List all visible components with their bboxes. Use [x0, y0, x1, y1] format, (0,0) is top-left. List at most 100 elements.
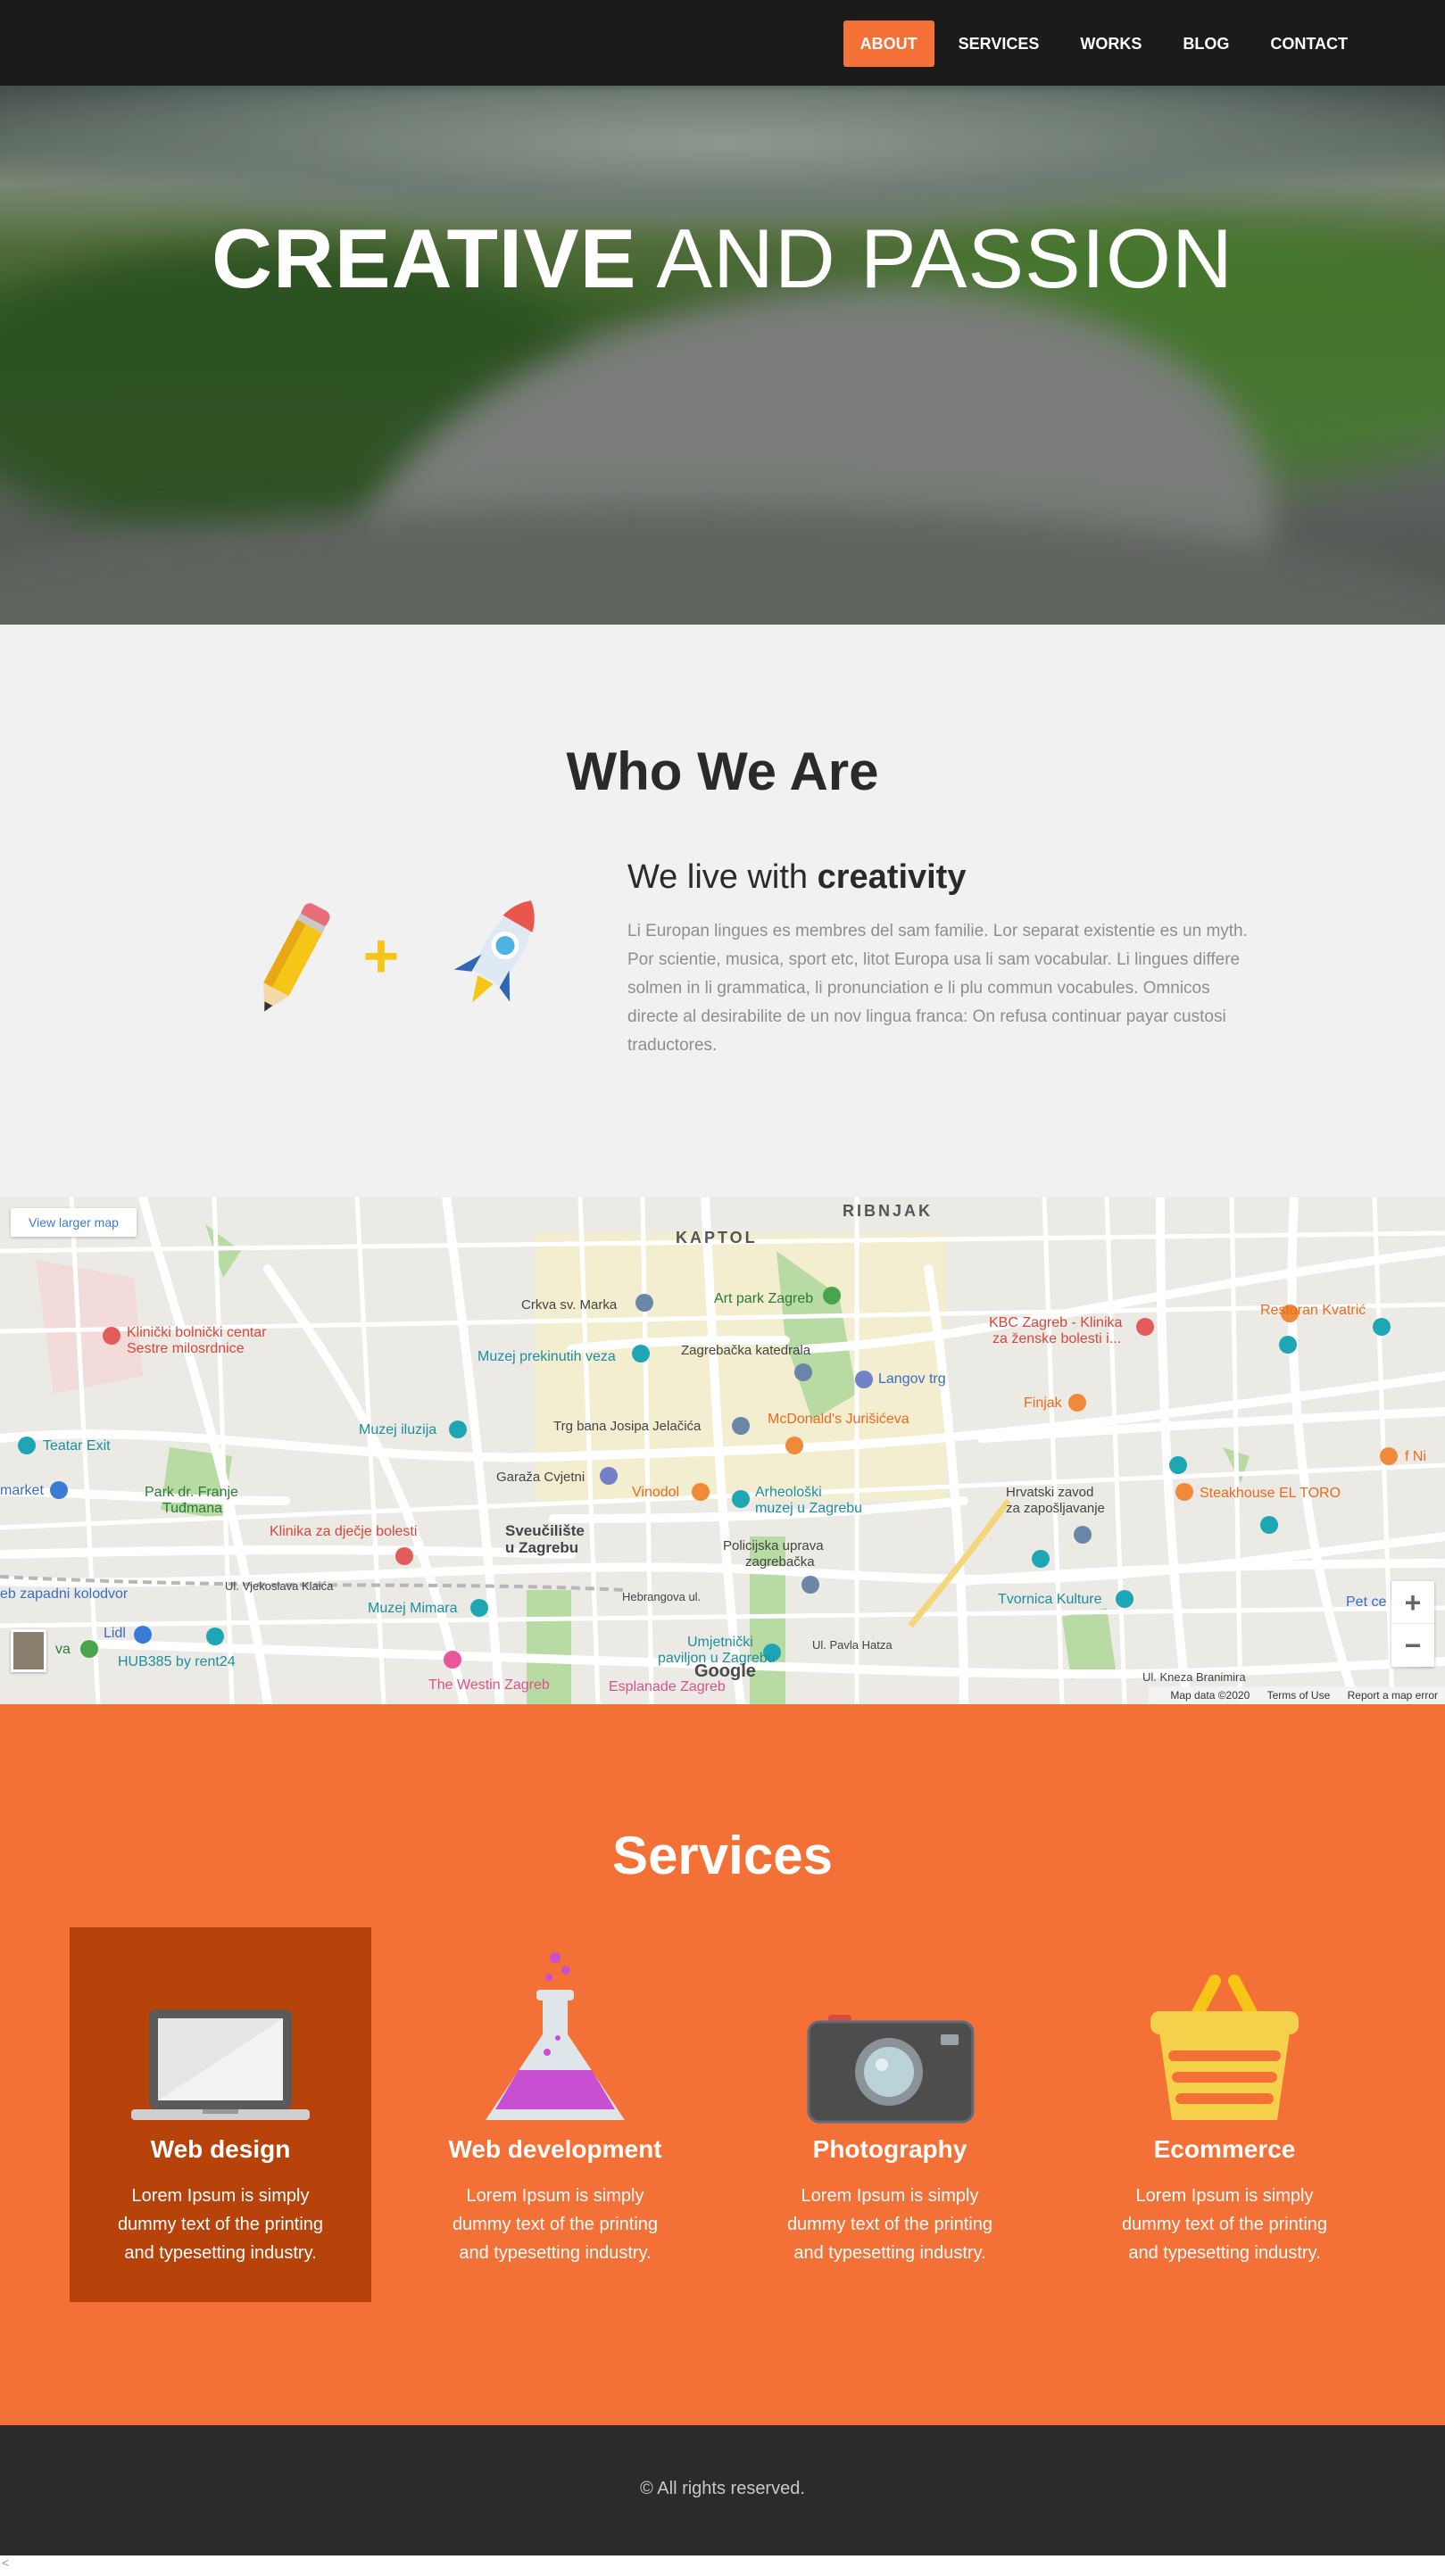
service-card-ecommerce[interactable]: Ecommerce Lorem Ipsum is simply dummy te…: [1074, 1927, 1375, 2302]
zoom-out-button[interactable]: −: [1391, 1624, 1434, 1667]
map-label-sveuciliste2: u Zagrebu: [505, 1539, 579, 1556]
page-tail-char: <: [0, 2555, 1445, 2576]
top-navbar: ABOUT SERVICES WORKS BLOG CONTACT: [0, 0, 1445, 86]
map-label-arheoloski: Arheološki: [755, 1485, 822, 1500]
hero-title-bold: CREATIVE: [212, 211, 637, 305]
who-heading: Who We Are: [566, 741, 879, 801]
map-label-steakhouse: Steakhouse EL TORO: [1200, 1486, 1341, 1501]
footer: © All rights reserved.: [0, 2425, 1445, 2555]
map-label-ribnjak: RIBNJAK: [843, 1202, 934, 1220]
map-label-lidl: Lidl: [104, 1626, 126, 1641]
map-label-vinodol: Vinodol: [632, 1485, 680, 1500]
map-label-hrvatski: Hrvatski zavod: [1006, 1485, 1094, 1500]
service-text: Lorem Ipsum is simply dummy text of the …: [452, 2186, 659, 2263]
google-map[interactable]: View larger map KAPTOL RIBNJAK Klinički …: [0, 1197, 1445, 1704]
view-larger-map-link[interactable]: View larger map: [11, 1208, 137, 1237]
map-label-tvornica: Tvornica Kulture: [998, 1592, 1102, 1607]
map-label-klinicki: Klinički bolnički centar: [127, 1325, 267, 1340]
hero-banner: CREATIVE AND PASSION: [0, 86, 1445, 625]
map-label-langov: Langov trg: [878, 1371, 946, 1387]
hero-title: CREATIVE AND PASSION: [0, 211, 1445, 307]
services-section: Services Web design Lorem Ipsum is simpl…: [0, 1704, 1445, 2425]
map-label-park: Park dr. Franje: [145, 1485, 238, 1500]
hero-overlay: [0, 86, 1445, 625]
map-label-hub385: HUB385 by rent24: [118, 1654, 236, 1669]
service-card-photography[interactable]: Photography Lorem Ipsum is simply dummy …: [739, 1927, 1041, 2302]
camera-icon: [807, 2015, 975, 2124]
map-label-muzej-prekinutih: Muzej prekinutih veza: [478, 1349, 616, 1364]
who-subheading-bold: creativity: [817, 858, 967, 896]
service-text: Lorem Ipsum is simply dummy text of the …: [1121, 2186, 1328, 2263]
map-label-sveuciliste: Sveučilište: [505, 1522, 585, 1539]
map-label-klinika-djecje: Klinika za dječje bolesti: [270, 1524, 418, 1539]
laptop-icon: [131, 2009, 310, 2120]
map-label-pet-ce: Pet ce: [1346, 1594, 1387, 1610]
terms-of-use-link[interactable]: Terms of Use: [1267, 1689, 1331, 1702]
map-label-sestre: Sestre milosrdnice: [127, 1341, 245, 1356]
map-attribution: Map data ©2020 Terms of Use Report a map…: [1149, 1686, 1445, 1704]
map-label-policija: Policijska uprava: [723, 1538, 824, 1553]
service-title: Web design: [150, 2135, 291, 2163]
who-subheading: We live with creativity: [627, 858, 966, 897]
map-data-text: Map data ©2020: [1170, 1689, 1250, 1702]
map-label-va: va: [55, 1642, 71, 1657]
service-card-web-design[interactable]: Web design Lorem Ipsum is simply dummy t…: [70, 1927, 371, 2302]
map-label-zapadni-kolodvor: eb zapadni kolodvor: [0, 1586, 129, 1602]
map-label-branimira: Ul. Kneza Branimira: [1142, 1670, 1246, 1684]
map-label-teatar: Teatar Exit: [43, 1438, 111, 1454]
map-label-crkva: Crkva sv. Marka: [521, 1297, 618, 1313]
service-text: Lorem Ipsum is simply dummy text of the …: [117, 2186, 324, 2263]
map-label-westin: The Westin Zagreb: [428, 1677, 550, 1693]
service-title: Ecommerce: [1153, 2135, 1296, 2163]
map-label-garaza: Garaža Cvjetni: [496, 1470, 585, 1485]
who-subheading-plain: We live with: [627, 858, 818, 896]
map-label-mcdonalds: McDonald's Jurišićeva: [768, 1412, 909, 1427]
map-label-kbc2: za ženske bolesti i...: [992, 1331, 1122, 1346]
map-label-policija2: zagrebačka: [745, 1554, 815, 1570]
nav-link-about[interactable]: ABOUT: [843, 21, 934, 67]
map-label-kaptol: KAPTOL: [676, 1229, 758, 1247]
flask-icon: [486, 1952, 625, 2120]
services-heading: Services: [612, 1826, 833, 1885]
map-label-hrvatski2: za zapošljavanje: [1006, 1501, 1105, 1516]
zoom-in-button[interactable]: +: [1391, 1581, 1434, 1624]
map-label-pavla-hatza: Ul. Pavla Hatza: [812, 1638, 893, 1652]
nav-link-services[interactable]: SERVICES: [942, 21, 1057, 67]
nav-link-works[interactable]: WORKS: [1063, 21, 1158, 67]
nav-link-blog[interactable]: BLOG: [1166, 21, 1246, 67]
plus-text: +: [363, 921, 400, 990]
map-label-nil: f Ni: [1405, 1449, 1426, 1464]
report-map-error-link[interactable]: Report a map error: [1348, 1689, 1438, 1702]
map-label-arheoloski2: muzej u Zagrebu: [755, 1501, 863, 1516]
who-we-are-section: Who We Are + We live with creativity Li …: [0, 625, 1445, 1197]
map-label-muzej-iluzija: Muzej iluzija: [359, 1422, 437, 1437]
hero-title-light: AND PASSION: [636, 211, 1233, 305]
street-view-thumbnail[interactable]: [11, 1629, 46, 1672]
service-title: Photography: [812, 2135, 967, 2163]
map-zoom-controls: + −: [1391, 1581, 1434, 1667]
footer-copyright: © All rights reserved.: [640, 2479, 805, 2498]
map-label-finjak: Finjak: [1024, 1396, 1062, 1411]
creativity-illustration: +: [263, 900, 535, 1012]
map-label-market: market: [0, 1483, 44, 1498]
map-label-muzej-mimara: Muzej Mimara: [368, 1601, 458, 1616]
service-title: Web development: [448, 2135, 662, 2163]
nav-link-contact[interactable]: CONTACT: [1253, 21, 1365, 67]
rocket-icon: [453, 900, 535, 1003]
map-label-park2: Tuđmana: [162, 1501, 222, 1516]
service-text: Lorem Ipsum is simply dummy text of the …: [786, 2186, 993, 2263]
map-label-trg: Trg bana Josipa Jelačića: [553, 1419, 702, 1434]
map-label-katedrala: Zagrebačka katedrala: [681, 1343, 811, 1358]
map-label-vjekoslava: Ul. Vjekoslava Klaića: [225, 1579, 334, 1593]
who-body-text: Li Europan lingues es membres del sam fa…: [627, 922, 1248, 1055]
service-card-web-development[interactable]: Web development Lorem Ipsum is simply du…: [404, 1927, 706, 2302]
google-logo: Google: [694, 1661, 756, 1681]
map-label-hebrangova: Hebrangova ul.: [622, 1590, 702, 1603]
map-streets: [0, 1197, 1445, 1704]
map-label-umjetnicki: Umjetnički: [687, 1635, 753, 1650]
map-label-restoran: Restoran Kvatrić: [1260, 1303, 1366, 1318]
pencil-icon: [263, 903, 330, 1012]
basket-icon: [1150, 1975, 1299, 2120]
plus-sign: +: [363, 921, 400, 990]
map-label-kbc: KBC Zagreb - Klinika: [989, 1315, 1123, 1330]
